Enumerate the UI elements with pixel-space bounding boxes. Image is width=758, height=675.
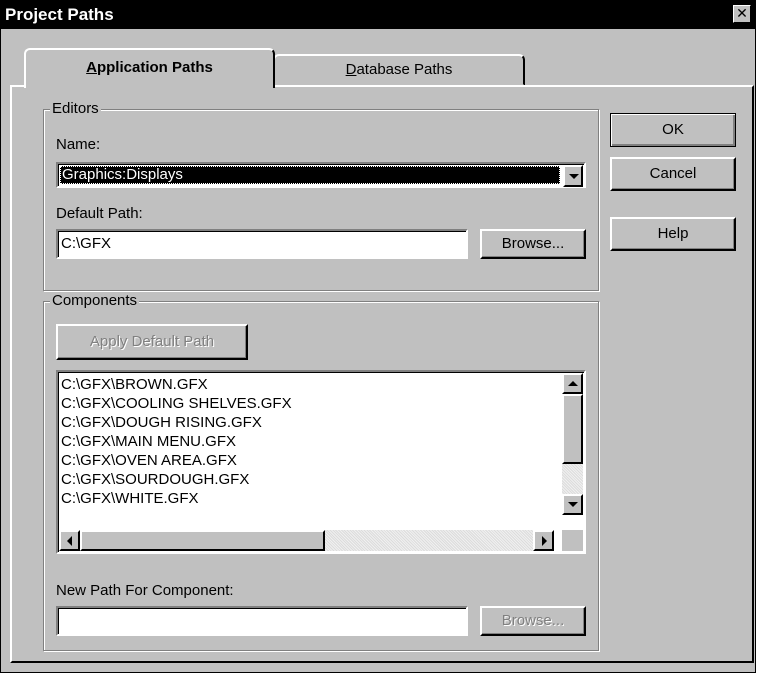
help-label: Help — [657, 225, 689, 242]
default-path-value: C:\GFX — [61, 235, 112, 252]
close-icon: ✕ — [736, 5, 748, 21]
browse-label: Browse... — [501, 612, 565, 629]
arrow-left-icon — [67, 536, 72, 546]
browse-label: Browse... — [501, 235, 565, 252]
apply-default-path-label: Apply Default Path — [89, 333, 215, 350]
list-item[interactable]: C:\GFX\BROWN.GFX — [61, 375, 545, 394]
new-path-label: New Path For Component: — [56, 582, 234, 599]
components-list: C:\GFX\BROWN.GFX C:\GFX\COOLING SHELVES.… — [61, 375, 545, 514]
name-combobox-selection: Graphics:Displays — [60, 166, 560, 184]
ok-label: OK — [662, 121, 684, 138]
application-paths-panel: Editors Name: Graphics:Displays Default … — [10, 85, 754, 663]
arrow-right-icon — [542, 536, 547, 546]
close-button[interactable]: ✕ — [733, 5, 751, 23]
tab-mnemonic: A — [86, 59, 97, 76]
apply-default-path-button[interactable]: Apply Default Path — [56, 324, 248, 360]
cancel-label: Cancel — [649, 165, 697, 182]
scroll-up-button[interactable] — [562, 373, 583, 394]
arrow-down-icon — [568, 502, 578, 507]
editors-group: Editors Name: Graphics:Displays Default … — [43, 100, 599, 291]
project-paths-dialog: Project Paths ✕ Application Paths Databa… — [0, 0, 756, 673]
name-combobox-value: Graphics:Displays — [62, 166, 183, 183]
scroll-down-button[interactable] — [562, 494, 583, 515]
horizontal-scrollbar[interactable] — [59, 530, 554, 551]
help-button[interactable]: Help — [610, 217, 736, 251]
default-path-label: Default Path: — [56, 205, 143, 222]
editors-group-label: Editors — [50, 100, 101, 118]
list-item[interactable]: C:\GFX\DOUGH RISING.GFX — [61, 413, 545, 432]
dialog-title: Project Paths — [5, 5, 114, 24]
list-item[interactable]: C:\GFX\SOURDOUGH.GFX — [61, 470, 545, 489]
list-item[interactable]: C:\GFX\OVEN AREA.GFX — [61, 451, 545, 470]
scroll-right-button[interactable] — [533, 530, 554, 551]
components-group-label: Components — [50, 292, 140, 310]
list-item[interactable]: C:\GFX\COOLING SHELVES.GFX — [61, 394, 545, 413]
tab-label: pplication Paths — [96, 59, 213, 76]
browse-default-path-button[interactable]: Browse... — [480, 229, 586, 259]
name-combobox[interactable]: Graphics:Displays — [56, 162, 586, 188]
scrollbar-corner — [562, 530, 583, 551]
tab-application-paths[interactable]: Application Paths — [24, 48, 275, 88]
arrow-up-icon — [568, 381, 578, 386]
vertical-scrollbar[interactable] — [562, 373, 583, 515]
new-path-input[interactable] — [56, 606, 468, 636]
default-path-input[interactable]: C:\GFX — [56, 229, 468, 259]
tab-mnemonic: D — [345, 61, 357, 78]
vertical-scroll-thumb[interactable] — [562, 394, 583, 464]
chevron-down-icon — [569, 174, 579, 179]
title-bar[interactable]: Project Paths ✕ — [1, 1, 755, 29]
components-listbox[interactable]: C:\GFX\BROWN.GFX C:\GFX\COOLING SHELVES.… — [56, 370, 586, 554]
components-group: Components Apply Default Path C:\GFX\BRO… — [43, 292, 599, 651]
list-item[interactable]: C:\GFX\MAIN MENU.GFX — [61, 432, 545, 451]
list-item[interactable]: C:\GFX\WHITE.GFX — [61, 489, 545, 508]
tab-database-paths[interactable]: Database Paths — [273, 54, 525, 86]
browse-new-path-button[interactable]: Browse... — [480, 606, 586, 636]
name-dropdown-button[interactable] — [563, 165, 583, 187]
ok-button[interactable]: OK — [610, 113, 736, 147]
tab-label: atabase Paths — [356, 61, 453, 78]
scroll-left-button[interactable] — [59, 530, 80, 551]
name-label: Name: — [56, 136, 101, 153]
cancel-button[interactable]: Cancel — [610, 157, 736, 191]
horizontal-scroll-thumb[interactable] — [80, 530, 325, 551]
